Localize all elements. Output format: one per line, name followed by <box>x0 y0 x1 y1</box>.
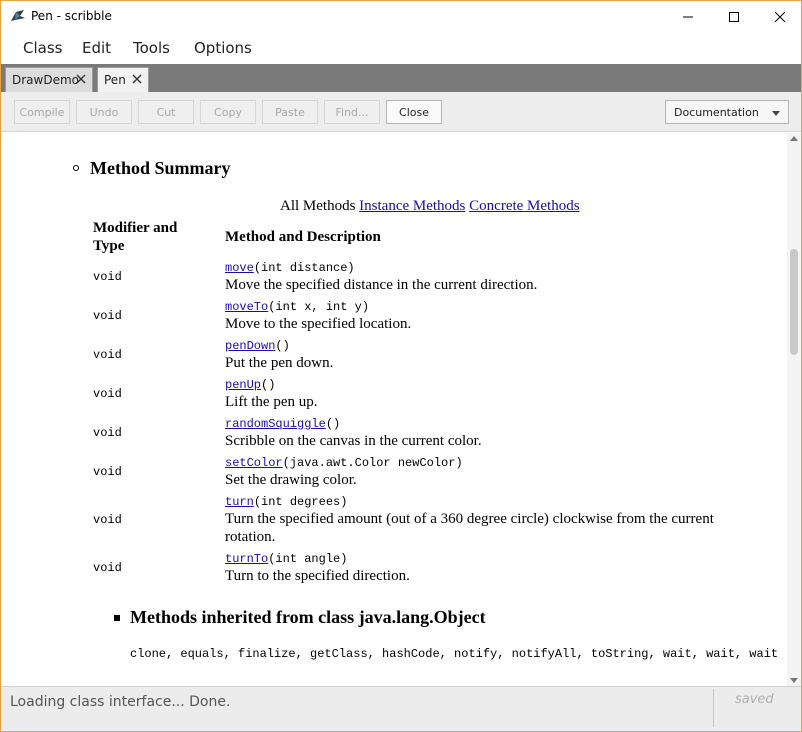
window-title: Pen - scribble <box>31 9 112 23</box>
method-return-type: void <box>93 309 122 323</box>
method-signature: move(int distance) <box>225 261 355 275</box>
editor-toolbar: Compile Undo Cut Copy Paste Find... Clos… <box>1 92 801 132</box>
saved-indicator: saved <box>735 692 774 707</box>
method-signature: randomSquiggle() <box>225 417 340 431</box>
copy-button[interactable]: Copy <box>200 100 256 124</box>
editor-window: Pen - scribble Class Edit Tools Options … <box>0 0 802 732</box>
title-bar: Pen - scribble <box>1 1 801 32</box>
menu-tools[interactable]: Tools <box>133 39 170 57</box>
minimize-button[interactable] <box>665 1 711 32</box>
close-tab-icon[interactable] <box>131 73 143 85</box>
method-signature: moveTo(int x, int y) <box>225 300 369 314</box>
method-link[interactable]: penDown <box>225 339 275 353</box>
tab-strip: DrawDemo Pen <box>1 64 801 92</box>
filter-instance-methods-link[interactable]: Instance Methods <box>359 198 465 214</box>
chevron-down-icon <box>772 111 780 116</box>
compile-button[interactable]: Compile <box>14 100 70 124</box>
method-description: Set the drawing color. <box>225 472 357 488</box>
method-return-type: void <box>93 561 122 575</box>
method-signature: penDown() <box>225 339 290 353</box>
bluej-app-icon <box>11 10 25 21</box>
maximize-icon <box>729 11 739 22</box>
method-return-type: void <box>93 426 122 440</box>
method-signature: setColor(java.awt.Color newColor) <box>225 456 463 470</box>
status-divider <box>713 689 714 727</box>
view-mode-value: Documentation <box>674 105 759 119</box>
tab-label: DrawDemo <box>12 73 79 87</box>
method-params: (int x, int y) <box>268 300 370 314</box>
method-description: Turn to the specified direction. <box>225 568 410 584</box>
method-return-type: void <box>93 513 122 527</box>
close-tab-icon[interactable] <box>75 73 87 85</box>
method-params: (int angle) <box>268 552 348 566</box>
inherited-methods-heading: Methods inherited from class java.lang.O… <box>130 607 486 627</box>
method-link[interactable]: setColor <box>225 456 283 470</box>
method-params: () <box>261 378 276 392</box>
method-description: Move the specified distance in the curre… <box>225 277 538 293</box>
paste-button[interactable]: Paste <box>262 100 318 124</box>
method-return-type: void <box>93 270 122 284</box>
method-description: Put the pen down. <box>225 355 334 371</box>
scrollbar-thumb[interactable] <box>790 249 798 355</box>
method-summary-heading: Method Summary <box>90 158 231 178</box>
tab-drawdemo[interactable]: DrawDemo <box>5 67 93 92</box>
filter-all-methods: All Methods <box>280 198 356 214</box>
scroll-up-icon[interactable] <box>790 136 798 141</box>
close-window-button[interactable] <box>757 1 801 32</box>
method-return-type: void <box>93 348 122 362</box>
method-filter-row: All Methods Instance Methods Concrete Me… <box>280 198 580 215</box>
close-icon <box>775 11 785 22</box>
tab-pen[interactable]: Pen <box>97 67 149 92</box>
minimize-icon <box>683 16 693 17</box>
view-mode-select[interactable]: Documentation <box>665 100 789 124</box>
menu-edit[interactable]: Edit <box>82 39 111 57</box>
method-link[interactable]: move <box>225 261 254 275</box>
method-description: Scribble on the canvas in the current co… <box>225 433 482 449</box>
scroll-down-icon[interactable] <box>790 678 798 683</box>
column-header-modifier: Modifier and Type <box>93 220 178 254</box>
method-params: (java.awt.Color newColor) <box>282 456 463 470</box>
method-params: () <box>275 339 290 353</box>
status-message: Loading class interface... Done. <box>10 694 231 710</box>
cut-button[interactable]: Cut <box>138 100 194 124</box>
filter-concrete-methods-link[interactable]: Concrete Methods <box>469 198 579 214</box>
status-bar: Loading class interface... Done. saved <box>1 686 801 731</box>
column-header-method: Method and Description <box>225 229 381 245</box>
method-link[interactable]: penUp <box>225 378 261 392</box>
menu-class[interactable]: Class <box>23 39 62 57</box>
list-bullet-square <box>114 615 120 621</box>
method-description: Move to the specified location. <box>225 316 412 332</box>
method-params: (int degrees) <box>253 495 348 509</box>
vertical-scrollbar[interactable] <box>787 133 801 686</box>
documentation-pane: Method Summary All Methods Instance Meth… <box>1 133 787 686</box>
method-params: (int distance) <box>253 261 355 275</box>
list-bullet-circle <box>73 165 79 171</box>
method-return-type: void <box>93 387 122 401</box>
method-signature: turnTo(int angle) <box>225 552 347 566</box>
menu-options[interactable]: Options <box>194 39 252 57</box>
undo-button[interactable]: Undo <box>76 100 132 124</box>
menu-bar: Class Edit Tools Options <box>1 32 801 64</box>
method-return-type: void <box>93 465 122 479</box>
method-link[interactable]: randomSquiggle <box>225 417 326 431</box>
method-link[interactable]: turn <box>225 495 254 509</box>
maximize-button[interactable] <box>711 1 757 32</box>
method-description: Lift the pen up. <box>225 394 318 410</box>
find-button[interactable]: Find... <box>324 100 380 124</box>
method-link[interactable]: turnTo <box>225 552 268 566</box>
method-signature: turn(int degrees) <box>225 495 347 509</box>
method-params: () <box>325 417 341 431</box>
method-signature: penUp() <box>225 378 275 392</box>
close-button[interactable]: Close <box>386 100 442 124</box>
method-link[interactable]: moveTo <box>225 300 268 314</box>
method-description: Turn the specified amount (out of a 360 … <box>225 511 714 545</box>
inherited-methods-list: clone, equals, finalize, getClass, hashC… <box>130 647 779 661</box>
tab-label: Pen <box>104 73 126 87</box>
